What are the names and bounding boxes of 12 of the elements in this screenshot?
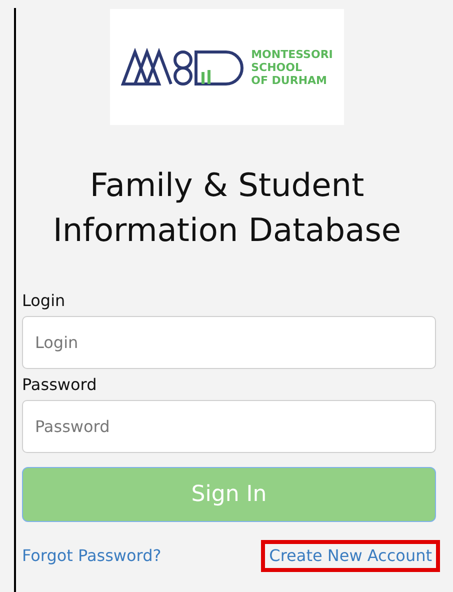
logo-text: MONTESSORI xyxy=(251,48,333,60)
field-label: Login xyxy=(22,290,66,312)
page-title: Family & Student xyxy=(90,165,364,206)
logo-text: SCHOOL xyxy=(251,60,304,74)
input-field[interactable]: Login xyxy=(22,316,436,369)
link[interactable]: Forgot Password? xyxy=(18,540,166,572)
input-field[interactable]: Password xyxy=(22,400,436,453)
field-label: Password xyxy=(22,374,98,396)
page-title: Information Database xyxy=(52,210,402,251)
logo-mark-icon xyxy=(121,48,246,86)
link[interactable]: Create New Account xyxy=(261,540,440,572)
logo-text: OF DURHAM xyxy=(251,74,328,86)
